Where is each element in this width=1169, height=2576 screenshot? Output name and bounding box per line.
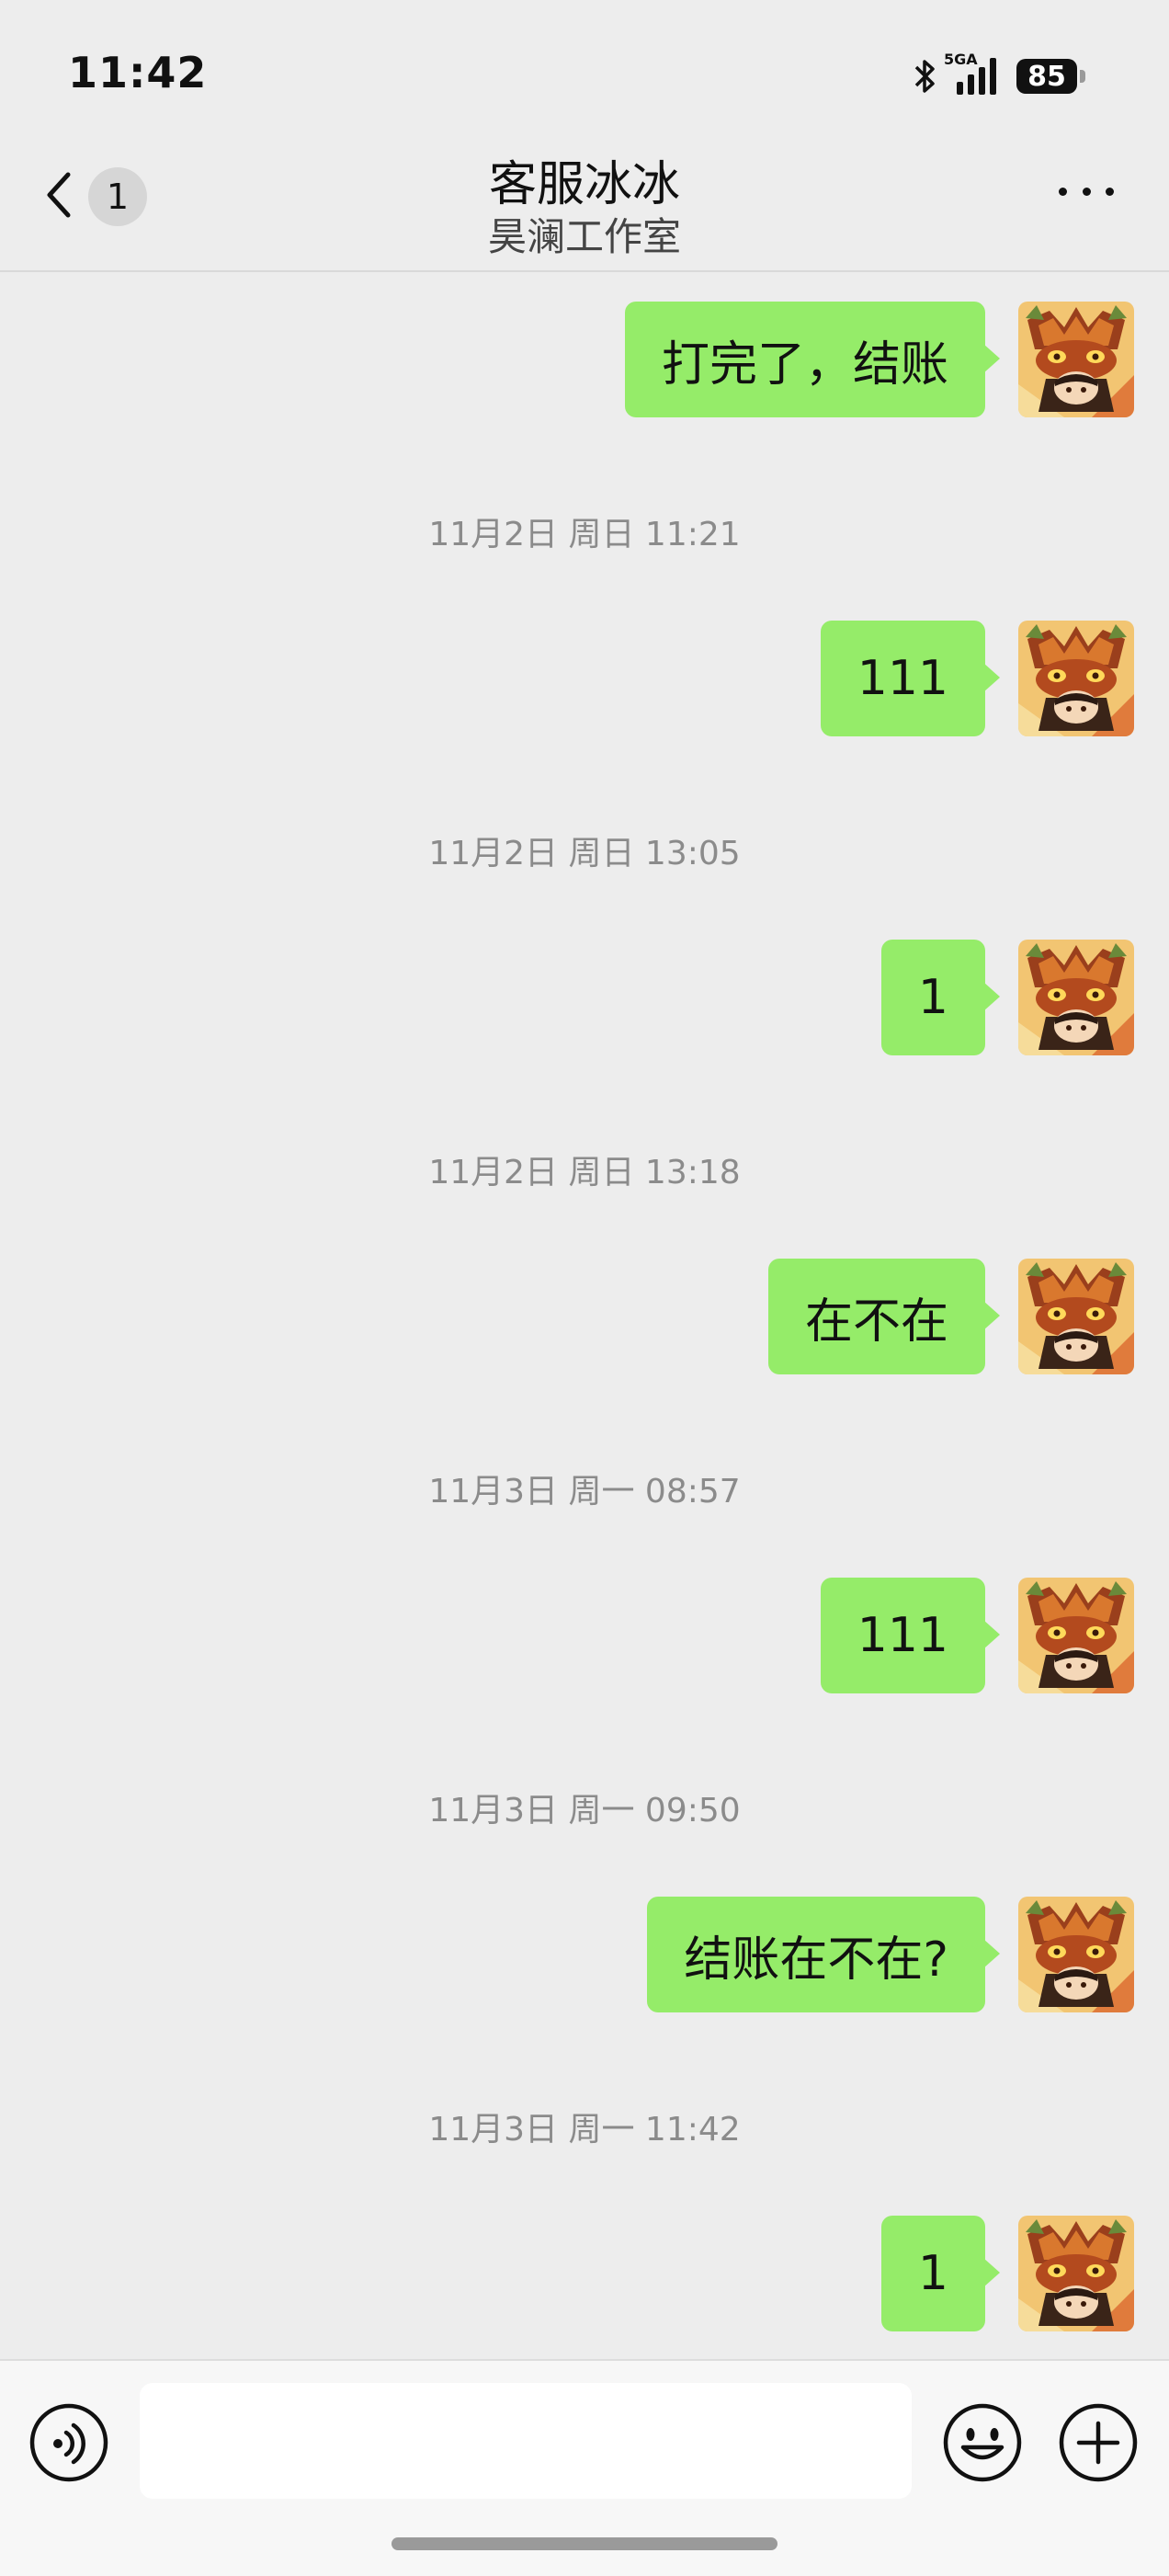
chat-title: 客服冰冰 bbox=[488, 157, 680, 212]
user-avatar[interactable] bbox=[1018, 1897, 1134, 2012]
message-bubble[interactable]: 结账在不在? bbox=[647, 1897, 1000, 2012]
message-timestamp: 11月3日 周一 08:57 bbox=[428, 1473, 741, 1510]
user-avatar[interactable] bbox=[1018, 1578, 1134, 1693]
message-row: 打完了，结账 bbox=[624, 302, 1134, 419]
more-dot-icon bbox=[1106, 187, 1114, 196]
message-input[interactable] bbox=[140, 2383, 912, 2499]
home-indicator bbox=[392, 2537, 777, 2550]
network-type-label: 5GA bbox=[944, 51, 978, 68]
message-row: 111 bbox=[820, 1578, 1134, 1695]
bluetooth-icon bbox=[914, 56, 936, 97]
message-bubble[interactable]: 111 bbox=[820, 1578, 1001, 1693]
message-timestamp: 11月3日 周一 11:42 bbox=[428, 2111, 741, 2149]
battery-icon: 85 bbox=[1016, 59, 1085, 94]
signal-icon: 5GA bbox=[944, 51, 996, 95]
message-timestamp: 11月2日 周日 13:18 bbox=[428, 1154, 741, 1191]
more-options-button[interactable] bbox=[1059, 182, 1114, 200]
user-avatar[interactable] bbox=[1018, 621, 1134, 736]
message-bubble[interactable]: 111 bbox=[820, 621, 1001, 736]
message-bubble[interactable]: 打完了，结账 bbox=[624, 302, 1001, 417]
user-avatar[interactable] bbox=[1018, 2216, 1134, 2331]
status-bar: 11:42 5GA 85 bbox=[0, 0, 1169, 138]
message-bubble[interactable]: 1 bbox=[880, 940, 1001, 1055]
message-bubble[interactable]: 在不在 bbox=[767, 1259, 1001, 1374]
chat-subtitle: 昊澜工作室 bbox=[487, 214, 681, 259]
user-avatar[interactable] bbox=[1018, 940, 1134, 1055]
user-avatar[interactable] bbox=[1018, 1259, 1134, 1374]
message-row: 在不在 bbox=[767, 1259, 1134, 1376]
emoji-icon[interactable] bbox=[941, 2401, 1024, 2484]
more-dot-icon bbox=[1082, 187, 1091, 196]
status-time: 11:42 bbox=[68, 48, 208, 97]
message-list[interactable]: 打完了，结账 11月2日 周日 11:21 111 11月2日 周日 13:05… bbox=[0, 272, 1169, 2359]
message-row: 结账在不在? bbox=[647, 1897, 1134, 2014]
message-timestamp: 11月2日 周日 11:21 bbox=[428, 516, 741, 553]
user-avatar[interactable] bbox=[1018, 302, 1134, 417]
battery-level: 85 bbox=[1027, 60, 1066, 93]
message-timestamp: 11月2日 周日 13:05 bbox=[428, 835, 741, 872]
message-timestamp: 11月3日 周一 09:50 bbox=[428, 1792, 741, 1829]
plus-icon[interactable] bbox=[1057, 2401, 1140, 2484]
chat-header: 1 客服冰冰 昊澜工作室 bbox=[0, 138, 1169, 272]
more-dot-icon bbox=[1059, 187, 1067, 196]
voice-icon[interactable] bbox=[28, 2401, 110, 2484]
message-row: 1 bbox=[880, 940, 1134, 1057]
message-row: 1 bbox=[880, 2216, 1134, 2333]
status-icons: 5GA 85 bbox=[914, 51, 1085, 99]
message-row: 111 bbox=[820, 621, 1134, 738]
message-bubble[interactable]: 1 bbox=[880, 2216, 1001, 2331]
